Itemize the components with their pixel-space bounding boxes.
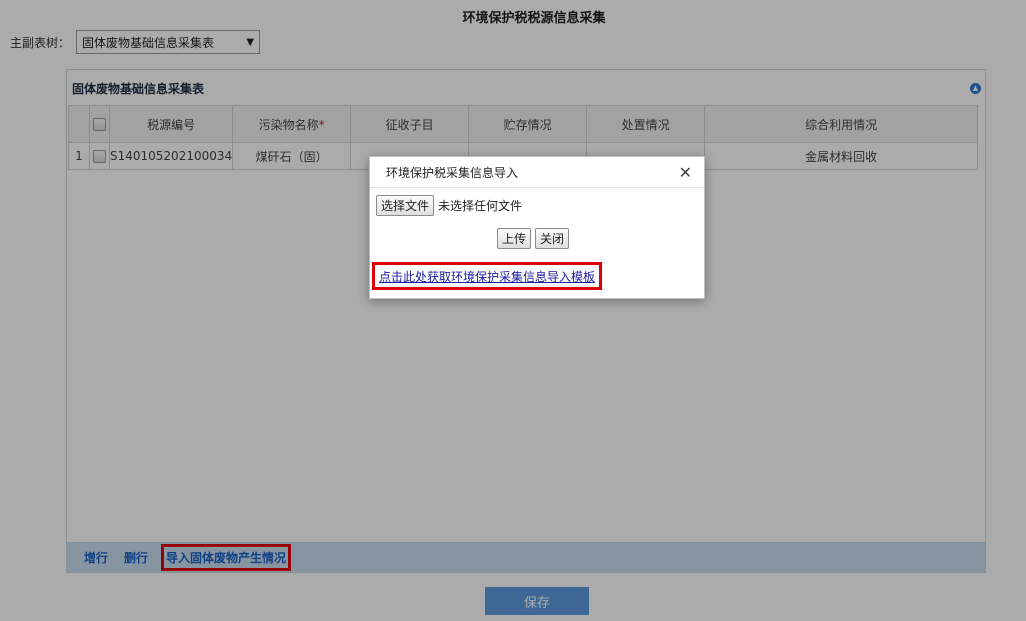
close-icon[interactable]: ✕	[679, 163, 692, 182]
file-status: 未选择任何文件	[438, 199, 523, 213]
import-dialog: 环境保护税采集信息导入 ✕ 选择文件 未选择任何文件 上传 关闭 点击此处获取环…	[369, 156, 705, 299]
dialog-title: 环境保护税采集信息导入	[386, 165, 519, 180]
dialog-header: 环境保护税采集信息导入 ✕	[370, 157, 704, 188]
modal-overlay[interactable]	[0, 0, 1026, 621]
dialog-actions: 上传 关闭	[497, 228, 570, 249]
upload-button[interactable]: 上传	[497, 228, 532, 249]
choose-file-button[interactable]: 选择文件	[376, 195, 435, 216]
close-button[interactable]: 关闭	[535, 228, 570, 249]
file-row: 选择文件 未选择任何文件	[376, 195, 522, 216]
template-download-link[interactable]: 点击此处获取环境保护采集信息导入模板	[372, 262, 603, 290]
